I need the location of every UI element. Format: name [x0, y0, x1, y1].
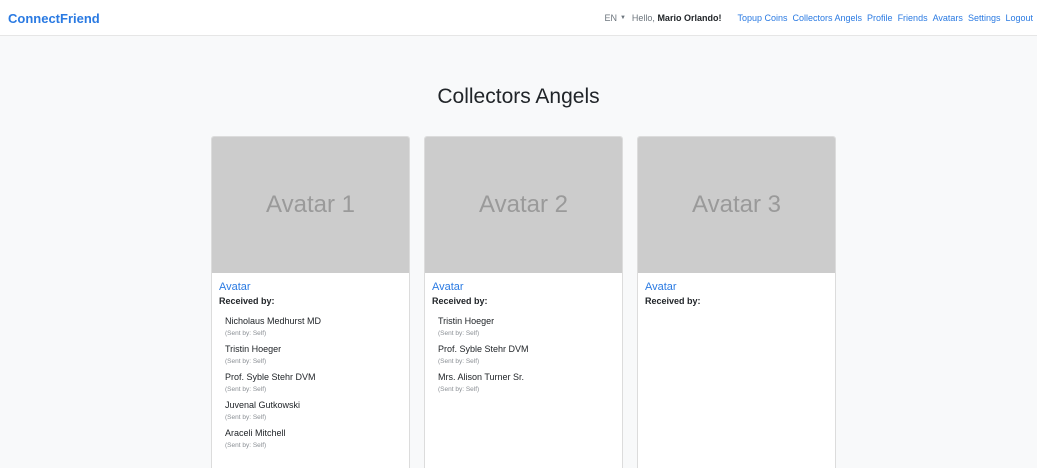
recipient-item: Araceli Mitchell (Sent by: Self)	[219, 428, 402, 450]
language-dropdown[interactable]: EN ▼	[604, 13, 625, 23]
avatar-link[interactable]: Avatar	[432, 281, 615, 293]
recipient-name: Prof. Syble Stehr DVM	[438, 344, 529, 354]
avatar-image-placeholder: Avatar 1	[212, 137, 409, 273]
received-by-label: Received by:	[219, 296, 275, 306]
recipient-name: Tristin Hoeger	[438, 316, 495, 326]
recipient-item: Tristin Hoeger (Sent by: Self)	[219, 344, 402, 366]
recipient-item: Mrs. Alison Turner Sr. (Sent by: Self)	[432, 372, 615, 394]
user-greeting: Hello, Mario Orlando!	[632, 13, 722, 23]
nav-link-friends[interactable]: Friends	[898, 13, 928, 23]
nav-link-avatars[interactable]: Avatars	[933, 13, 963, 23]
nav-link-collectors-angels[interactable]: Collectors Angels	[793, 13, 863, 23]
sent-by-note: (Sent by: Self)	[438, 358, 480, 365]
sent-by-note: (Sent by: Self)	[225, 414, 267, 421]
sent-by-note: (Sent by: Self)	[225, 330, 267, 337]
nav-link-settings[interactable]: Settings	[968, 13, 1001, 23]
card-body: Avatar Received by: Nicholaus Medhurst M…	[212, 273, 409, 464]
avatar-card: Avatar 3 Avatar Received by:	[637, 136, 836, 468]
recipient-item: Juvenal Gutkowski (Sent by: Self)	[219, 400, 402, 422]
received-by-label: Received by:	[432, 296, 488, 306]
recipient-name: Tristin Hoeger	[225, 344, 282, 354]
navbar: ConnectFriend EN ▼ Hello, Mario Orlando!…	[0, 0, 1037, 36]
recipient-name: Nicholaus Medhurst MD	[225, 316, 322, 326]
language-label: EN	[604, 13, 617, 23]
avatar-link[interactable]: Avatar	[219, 281, 402, 293]
nav-right: EN ▼ Hello, Mario Orlando! Topup Coins C…	[604, 0, 1033, 36]
avatar-card: Avatar 2 Avatar Received by: Tristin Hoe…	[424, 136, 623, 468]
nav-link-topup-coins[interactable]: Topup Coins	[737, 13, 787, 23]
user-name: Mario Orlando!	[657, 13, 722, 23]
avatar-image-placeholder: Avatar 2	[425, 137, 622, 273]
brand-link[interactable]: ConnectFriend	[8, 11, 100, 26]
card-body: Avatar Received by:	[638, 273, 835, 324]
sent-by-note: (Sent by: Self)	[225, 442, 267, 449]
avatar-link[interactable]: Avatar	[645, 281, 828, 293]
greeting-prefix: Hello,	[631, 13, 655, 23]
received-by-label: Received by:	[645, 296, 701, 306]
recipient-name: Prof. Syble Stehr DVM	[225, 372, 316, 382]
sent-by-note: (Sent by: Self)	[438, 386, 480, 393]
recipient-name: Juvenal Gutkowski	[225, 400, 301, 410]
nav-link-profile[interactable]: Profile	[867, 13, 893, 23]
recipient-item: Prof. Syble Stehr DVM (Sent by: Self)	[219, 372, 402, 394]
recipient-name: Mrs. Alison Turner Sr.	[438, 372, 525, 382]
recipient-name: Araceli Mitchell	[225, 428, 286, 438]
avatar-image-label: Avatar 1	[266, 191, 355, 218]
sent-by-note: (Sent by: Self)	[438, 330, 480, 337]
recipient-item: Nicholaus Medhurst MD (Sent by: Self)	[219, 316, 402, 338]
caret-down-icon: ▼	[619, 15, 626, 21]
avatar-image-label: Avatar 3	[692, 191, 781, 218]
recipient-item: Tristin Hoeger (Sent by: Self)	[432, 316, 615, 338]
page-title: Collectors Angels	[437, 85, 600, 108]
sent-by-note: (Sent by: Self)	[225, 386, 267, 393]
recipient-item: Prof. Syble Stehr DVM (Sent by: Self)	[432, 344, 615, 366]
nav-link-logout[interactable]: Logout	[1005, 13, 1033, 23]
avatar-image-placeholder: Avatar 3	[638, 137, 835, 273]
avatar-image-label: Avatar 2	[479, 191, 568, 218]
card-body: Avatar Received by: Tristin Hoeger (Sent…	[425, 273, 622, 408]
avatar-card: Avatar 1 Avatar Received by: Nicholaus M…	[211, 136, 410, 468]
sent-by-note: (Sent by: Self)	[225, 358, 267, 365]
